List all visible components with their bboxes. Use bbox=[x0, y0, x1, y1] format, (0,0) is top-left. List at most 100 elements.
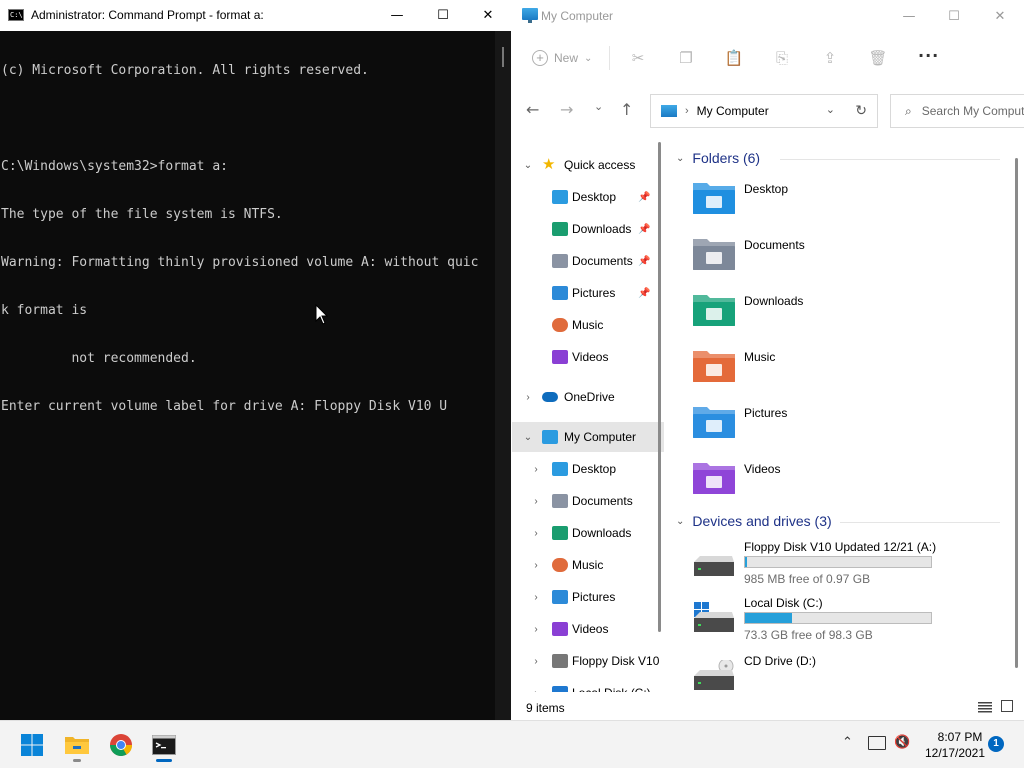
sidebar-item-quick-access[interactable]: ⌄ ★ Quick access bbox=[512, 150, 664, 180]
explorer-minimize-button[interactable]: — bbox=[886, 0, 932, 32]
sidebar-item-videos[interactable]: Videos bbox=[512, 342, 664, 372]
navigation-scrollbar-thumb[interactable] bbox=[658, 142, 661, 632]
chevron-right-icon[interactable]: › bbox=[530, 496, 542, 507]
notification-count-badge[interactable]: 1 bbox=[988, 736, 1004, 752]
sidebar-item-pictures[interactable]: Pictures 📌 bbox=[512, 278, 664, 308]
folder-tile-videos[interactable]: Videos bbox=[692, 458, 992, 508]
chevron-right-icon[interactable]: › bbox=[530, 464, 542, 475]
rename-icon[interactable]: ⎘ bbox=[770, 47, 794, 69]
breadcrumb-separator[interactable]: › bbox=[685, 105, 689, 117]
sidebar-item-local-disk-c[interactable]: › Local Disk (C:) bbox=[512, 678, 664, 692]
folders-group-header[interactable]: ⌄ Folders (6) bbox=[676, 148, 760, 168]
sidebar-item-music[interactable]: › Music bbox=[512, 550, 664, 580]
cmd-minimize-button[interactable]: — bbox=[374, 0, 420, 31]
sidebar-item-onedrive[interactable]: › OneDrive bbox=[512, 382, 664, 412]
chevron-right-icon[interactable]: › bbox=[530, 592, 542, 603]
forward-arrow-icon[interactable]: → bbox=[560, 100, 573, 119]
sidebar-item-floppy-disk-v10[interactable]: › Floppy Disk V10 bbox=[512, 646, 664, 676]
chevron-right-icon[interactable]: › bbox=[530, 624, 542, 635]
cmd-scrollbar[interactable] bbox=[495, 31, 511, 720]
desktop-folder-icon bbox=[693, 183, 735, 214]
drive-tile[interactable]: Local Disk (C:) 73.3 GB free of 98.3 GB bbox=[692, 594, 1012, 644]
file-list-view[interactable]: ⌄ Folders (6) Desktop Documents Downloads M… bbox=[668, 140, 1012, 695]
network-icon[interactable] bbox=[868, 736, 886, 750]
chevron-right-icon[interactable]: › bbox=[530, 688, 542, 693]
sidebar-item-documents[interactable]: Documents 📌 bbox=[512, 246, 664, 276]
console-output[interactable]: (c) Microsoft Corporation. All rights re… bbox=[1, 31, 495, 720]
clock-time[interactable]: 8:07 PM bbox=[930, 730, 990, 744]
breadcrumb-my-computer[interactable]: My Computer bbox=[697, 104, 769, 118]
folder-tile-downloads[interactable]: Downloads bbox=[692, 290, 992, 340]
chrome-taskbar-button[interactable] bbox=[101, 727, 141, 763]
sidebar-item-pictures[interactable]: › Pictures bbox=[512, 582, 664, 612]
sidebar-item-music[interactable]: Music bbox=[512, 310, 664, 340]
plus-icon: + bbox=[532, 50, 548, 66]
folder-name: Desktop bbox=[744, 182, 789, 196]
sidebar-item-desktop[interactable]: Desktop 📌 bbox=[512, 182, 664, 212]
chevron-right-icon[interactable]: › bbox=[530, 560, 542, 571]
navigation-pane[interactable]: ⌄ ★ Quick access Desktop 📌 Downloads 📌 Document… bbox=[512, 140, 664, 692]
show-hidden-icons-chevron-icon[interactable]: ⌃ bbox=[842, 735, 853, 750]
copy-icon[interactable]: ❐ bbox=[674, 47, 698, 69]
file-explorer-taskbar-button[interactable] bbox=[57, 727, 97, 763]
file-explorer-window[interactable]: My Computer — ☐ ✕ + New ⌄ ✂ ❐ 📋 ⎘ ⇪ 🗑 ··… bbox=[512, 0, 1024, 720]
group-divider bbox=[780, 159, 1000, 160]
share-icon[interactable]: ⇪ bbox=[818, 47, 842, 69]
drive-tile[interactable]: CD Drive (D:) bbox=[692, 652, 1012, 695]
cmd-maximize-button[interactable]: ☐ bbox=[420, 0, 466, 31]
chevron-down-icon[interactable]: ⌄ bbox=[522, 432, 534, 443]
pin-icon[interactable]: 📌 bbox=[638, 256, 650, 267]
recent-locations-chevron-icon[interactable]: ⌄ bbox=[594, 100, 603, 113]
cmd-close-button[interactable]: ✕ bbox=[465, 0, 511, 31]
explorer-titlebar[interactable]: My Computer — ☐ ✕ bbox=[512, 0, 1024, 32]
start-button[interactable] bbox=[12, 727, 52, 763]
navigation-pane-scrollbar[interactable] bbox=[658, 140, 662, 695]
file-list-scrollbar-thumb[interactable] bbox=[1015, 158, 1018, 668]
paste-icon[interactable]: 📋 bbox=[722, 47, 746, 69]
folder-tile-music[interactable]: Music bbox=[692, 346, 992, 396]
drives-group-header[interactable]: ⌄ Devices and drives (3) bbox=[676, 511, 832, 531]
cmd-scrollbar-thumb[interactable] bbox=[502, 47, 504, 67]
clock-date[interactable]: 12/17/2021 bbox=[920, 746, 990, 760]
new-button[interactable]: + New ⌄ bbox=[532, 47, 592, 69]
command-prompt-taskbar-button[interactable] bbox=[144, 727, 184, 763]
sidebar-item-videos[interactable]: › Videos bbox=[512, 614, 664, 644]
pin-icon[interactable]: 📌 bbox=[638, 192, 650, 203]
drive-tile[interactable]: Floppy Disk V10 Updated 12/21 (A:) 985 MB… bbox=[692, 538, 1012, 588]
address-field[interactable]: › My Computer ⌄ ↻ bbox=[650, 94, 878, 128]
sidebar-item-my-computer[interactable]: ⌄ My Computer bbox=[512, 422, 664, 452]
see-more-button[interactable]: ··· bbox=[918, 46, 939, 65]
back-arrow-icon[interactable]: ← bbox=[526, 100, 539, 119]
command-prompt-window[interactable]: C:\ Administrator: Command Prompt - form… bbox=[0, 0, 511, 720]
chevron-down-icon[interactable]: ⌄ bbox=[522, 160, 534, 171]
explorer-maximize-button[interactable]: ☐ bbox=[931, 0, 977, 32]
sidebar-item-documents[interactable]: › Documents bbox=[512, 486, 664, 516]
sidebar-item-desktop[interactable]: › Desktop bbox=[512, 454, 664, 484]
folder-tile-desktop[interactable]: Desktop bbox=[692, 178, 992, 228]
console-line: The type of the file system is NTFS. bbox=[1, 207, 283, 222]
pin-icon[interactable]: 📌 bbox=[638, 288, 650, 299]
pin-icon[interactable]: 📌 bbox=[638, 224, 650, 235]
details-view-icon[interactable] bbox=[978, 701, 992, 713]
sidebar-item-label: Music bbox=[572, 318, 604, 332]
file-list-scrollbar[interactable] bbox=[1012, 150, 1020, 690]
up-arrow-icon[interactable]: ↑ bbox=[620, 100, 633, 119]
cut-icon[interactable]: ✂ bbox=[626, 47, 650, 69]
search-input[interactable]: ⌕ Search My Computer bbox=[890, 94, 1024, 128]
delete-icon[interactable]: 🗑 bbox=[866, 47, 890, 69]
sidebar-item-downloads[interactable]: › Downloads bbox=[512, 518, 664, 548]
chevron-right-icon[interactable]: › bbox=[522, 392, 534, 403]
refresh-icon[interactable]: ↻ bbox=[855, 102, 867, 119]
chevron-right-icon[interactable]: › bbox=[530, 656, 542, 667]
folder-tile-pictures[interactable]: Pictures bbox=[692, 402, 992, 452]
explorer-close-button[interactable]: ✕ bbox=[977, 0, 1023, 32]
chevron-right-icon[interactable]: › bbox=[530, 528, 542, 539]
sidebar-item-downloads[interactable]: Downloads 📌 bbox=[512, 214, 664, 244]
large-icons-view-icon[interactable] bbox=[1001, 700, 1013, 712]
chevron-down-icon[interactable]: ⌄ bbox=[676, 153, 684, 164]
folder-tile-documents[interactable]: Documents bbox=[692, 234, 992, 284]
address-dropdown-icon[interactable]: ⌄ bbox=[826, 103, 835, 116]
volume-muted-icon[interactable]: 🔇 bbox=[894, 735, 910, 750]
cmd-titlebar[interactable]: C:\ Administrator: Command Prompt - form… bbox=[0, 0, 511, 31]
chevron-down-icon[interactable]: ⌄ bbox=[676, 516, 684, 527]
